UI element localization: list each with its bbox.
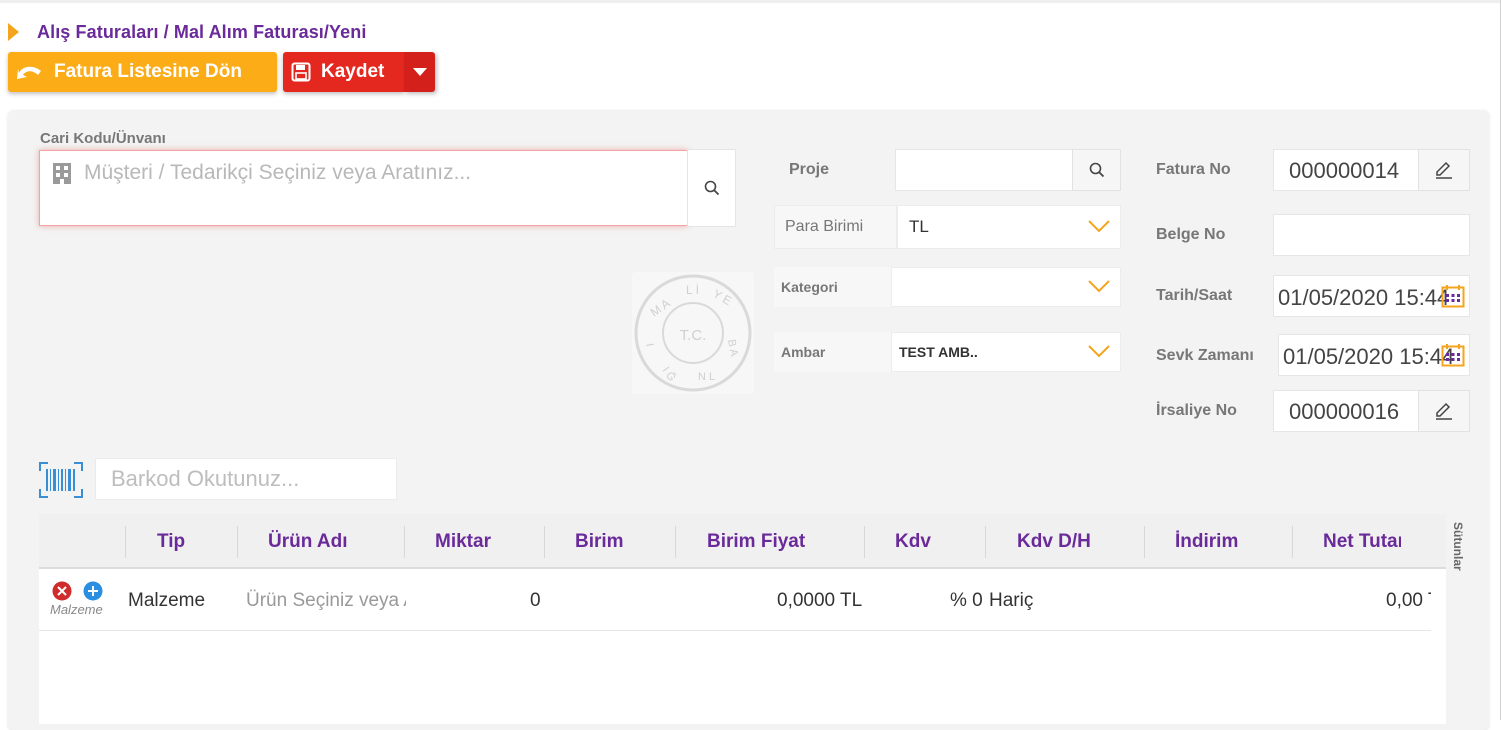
para-birimi-select[interactable]: TL bbox=[897, 205, 1121, 249]
belge-no-label: Belge No bbox=[1156, 226, 1226, 243]
fatura-no-edit-button[interactable] bbox=[1418, 149, 1470, 191]
edit-pencil-icon bbox=[1436, 402, 1452, 420]
floppy-disk-icon bbox=[291, 62, 311, 82]
irsaliye-label: İrsaliye No bbox=[1156, 402, 1237, 419]
fatura-no-label: Fatura No bbox=[1156, 161, 1231, 178]
fatura-no-input[interactable]: 000000014 bbox=[1273, 149, 1419, 191]
svg-text:N L: N L bbox=[698, 371, 715, 383]
para-birimi-label: Para Birimi bbox=[785, 218, 864, 235]
column-separator bbox=[864, 526, 865, 558]
svg-text:L İ: L İ bbox=[686, 283, 699, 297]
para-birimi-label-box: Para Birimi bbox=[774, 205, 897, 249]
column-header-birim[interactable]: Birim bbox=[575, 514, 624, 569]
row-type-caption: Malzeme bbox=[50, 602, 103, 617]
column-header-indirim[interactable]: İndirim bbox=[1175, 514, 1238, 569]
column-header-net-tutar[interactable]: Net Tutar bbox=[1323, 514, 1401, 569]
barcode-placeholder: Barkod Okutunuz... bbox=[111, 466, 300, 491]
para-birimi-value: TL bbox=[909, 217, 929, 236]
column-header-tip[interactable]: Tip bbox=[157, 514, 185, 569]
ambar-select[interactable]: TEST AMB.. bbox=[891, 332, 1121, 372]
svg-text:I: I bbox=[643, 342, 655, 347]
table-row: Malzeme Malzeme Ürün Seçiniz veya Aratın… bbox=[39, 571, 1431, 631]
add-circle-icon[interactable] bbox=[83, 581, 103, 601]
save-options-dropdown[interactable] bbox=[404, 52, 435, 92]
barcode-input[interactable]: Barkod Okutunuz... bbox=[95, 458, 397, 500]
kategori-label: Kategori bbox=[781, 279, 838, 295]
column-header-miktar[interactable]: Miktar bbox=[435, 514, 491, 569]
column-header-birim-fiyat[interactable]: Birim Fiyat bbox=[707, 514, 805, 569]
search-icon bbox=[1089, 162, 1104, 178]
column-separator bbox=[404, 526, 405, 558]
svg-text:T.C.: T.C. bbox=[680, 327, 707, 344]
cell-miktar[interactable]: 0 bbox=[530, 571, 541, 631]
column-header-urun-adi[interactable]: Ürün Adı bbox=[268, 514, 348, 569]
cell-tip[interactable]: Malzeme bbox=[128, 571, 205, 631]
cari-label: Cari Kodu/Ünvanı bbox=[40, 130, 166, 147]
back-button-label: Fatura Listesine Dön bbox=[54, 61, 242, 82]
column-separator bbox=[1144, 526, 1145, 558]
barcode-icon[interactable] bbox=[39, 462, 83, 498]
cari-input[interactable]: Müşteri / Tedarikçi Seçiniz veya Aratını… bbox=[39, 150, 688, 226]
columns-toggle-tab[interactable]: Sütunlar bbox=[1447, 514, 1469, 614]
irsaliye-value: 000000016 bbox=[1289, 399, 1400, 424]
cell-birim-fiyat[interactable]: 0,0000 TL bbox=[777, 571, 862, 631]
back-to-list-button[interactable]: Fatura Listesine Dön bbox=[8, 52, 277, 92]
chevron-down-icon bbox=[1088, 280, 1110, 293]
column-separator bbox=[1292, 526, 1293, 558]
column-header-kdv[interactable]: Kdv bbox=[895, 514, 931, 569]
cell-urun-adi[interactable]: Ürün Seçiniz veya Aratınız bbox=[246, 571, 406, 631]
ambar-value: TEST AMB.. bbox=[899, 344, 978, 360]
save-button-label: Kaydet bbox=[321, 61, 385, 82]
ambar-label: Ambar bbox=[781, 344, 826, 360]
save-button[interactable]: Kaydet bbox=[283, 52, 404, 92]
ministry-stamp: T.C. M A L İ Y E B A N L I Ğ I bbox=[632, 272, 754, 394]
building-icon bbox=[52, 162, 72, 184]
kategori-select[interactable] bbox=[891, 267, 1121, 307]
page-title: Alış Faturaları / Mal Alım Faturası/Yeni bbox=[37, 21, 367, 42]
grid-header: Tip Ürün Adı Miktar Birim Birim Fiyat Kd… bbox=[39, 514, 1446, 569]
breadcrumb-arrow-icon bbox=[8, 23, 19, 41]
search-icon bbox=[704, 180, 719, 196]
stamp-seal-icon: T.C. M A L İ Y E B A N L I Ğ I bbox=[634, 274, 752, 392]
column-header-kdv-dh[interactable]: Kdv D/H bbox=[1017, 514, 1091, 569]
proje-label: Proje bbox=[789, 161, 830, 178]
cell-kdv[interactable]: % 0 bbox=[950, 571, 983, 631]
sevk-value: 01/05/2020 15:44 bbox=[1283, 344, 1455, 369]
cell-kdv-dh[interactable]: Hariç bbox=[989, 571, 1033, 631]
calendar-icon[interactable] bbox=[1441, 284, 1465, 308]
remove-circle-icon[interactable] bbox=[52, 581, 72, 601]
sevk-label: Sevk Zamanı bbox=[1156, 347, 1254, 364]
chevron-down-icon bbox=[1088, 345, 1110, 358]
ambar-label-box: Ambar bbox=[774, 332, 891, 372]
svg-text:B A: B A bbox=[725, 338, 740, 358]
proje-input[interactable] bbox=[895, 149, 1073, 191]
tarih-label: Tarih/Saat bbox=[1156, 287, 1233, 304]
edit-pencil-icon bbox=[1436, 161, 1452, 179]
column-separator bbox=[985, 526, 986, 558]
columns-toggle-label: Sütunlar bbox=[1451, 522, 1465, 571]
breadcrumb: Alış Faturaları / Mal Alım Faturası/Yeni bbox=[8, 20, 366, 44]
caret-down-icon bbox=[412, 68, 427, 76]
cari-search-button[interactable] bbox=[687, 149, 736, 227]
belge-no-input[interactable] bbox=[1273, 214, 1470, 256]
top-border bbox=[0, 0, 1501, 3]
column-separator bbox=[544, 526, 545, 558]
irsaliye-edit-button[interactable] bbox=[1418, 390, 1470, 432]
back-arrow-icon bbox=[16, 62, 44, 82]
irsaliye-input[interactable]: 000000016 bbox=[1273, 390, 1419, 432]
calendar-icon[interactable] bbox=[1441, 343, 1465, 367]
chevron-down-icon bbox=[1088, 220, 1110, 233]
tarih-value: 01/05/2020 15:44 bbox=[1278, 285, 1450, 310]
column-separator bbox=[125, 526, 126, 558]
column-separator bbox=[237, 526, 238, 558]
cell-net-tutar[interactable]: 0,00 TL bbox=[1386, 571, 1431, 631]
column-separator bbox=[675, 526, 676, 558]
fatura-no-value: 000000014 bbox=[1289, 158, 1400, 183]
kategori-label-box: Kategori bbox=[774, 267, 891, 307]
proje-search-button[interactable] bbox=[1072, 149, 1121, 191]
cari-placeholder: Müşteri / Tedarikçi Seçiniz veya Aratını… bbox=[84, 161, 472, 184]
invoice-lines-grid: Tip Ürün Adı Miktar Birim Birim Fiyat Kd… bbox=[39, 514, 1446, 724]
